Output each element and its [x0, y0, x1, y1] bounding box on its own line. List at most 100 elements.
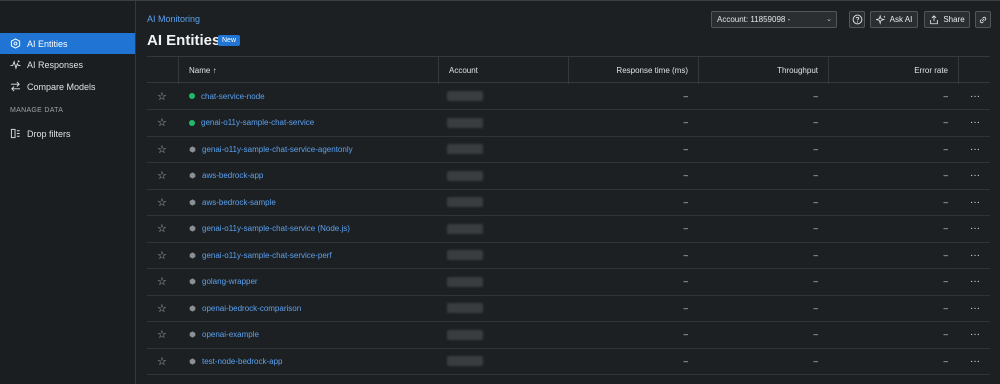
- sidebar-item-ai-responses[interactable]: AI Responses: [0, 54, 135, 75]
- entity-name-link[interactable]: genai-o11y-sample-chat-service (Node.js): [189, 216, 350, 242]
- column-header-name[interactable]: Name ↑: [189, 57, 217, 83]
- star-icon[interactable]: ☆: [157, 269, 169, 295]
- breadcrumb[interactable]: AI Monitoring: [147, 14, 200, 24]
- pulse-icon: [10, 59, 21, 70]
- entity-name: openai-example: [202, 330, 259, 339]
- error-rate-value: –: [943, 91, 948, 101]
- entity-name-link[interactable]: openai-example: [189, 322, 259, 348]
- more-actions-icon[interactable]: ···: [968, 322, 982, 348]
- error-rate-value: –: [943, 356, 948, 366]
- entity-name-link[interactable]: openai-bedrock-comparison: [189, 295, 301, 321]
- entity-name: genai-o11y-sample-chat-service: [201, 118, 315, 127]
- throughput-value: –: [813, 91, 818, 101]
- compare-arrows-icon: [10, 81, 21, 92]
- account-redacted: [447, 303, 483, 313]
- table-row[interactable]: ☆ golang-wrapper – – – ···: [147, 269, 990, 296]
- account-redacted: [447, 91, 483, 101]
- error-rate-value: –: [943, 303, 948, 313]
- status-dot-icon: [189, 119, 195, 126]
- star-icon[interactable]: ☆: [157, 348, 169, 374]
- error-rate-value: –: [943, 330, 948, 339]
- account-redacted: [447, 197, 483, 207]
- column-header-error-rate[interactable]: Error rate: [828, 57, 948, 83]
- star-icon[interactable]: ☆: [157, 189, 169, 215]
- entity-name-link[interactable]: golang-wrapper: [189, 269, 258, 295]
- response-time-value: –: [683, 356, 688, 366]
- more-actions-icon[interactable]: ···: [968, 189, 982, 215]
- account-select[interactable]: Account: 11859098 - ⌄: [711, 11, 837, 28]
- table-row[interactable]: ☆ openai-example – – – ···: [147, 322, 990, 349]
- table-row[interactable]: ☆ test-node-bedrock-app – – – ···: [147, 348, 990, 375]
- sparkle-icon: [875, 14, 886, 25]
- more-actions-icon[interactable]: ···: [968, 110, 982, 136]
- entity-name-link[interactable]: test-node-bedrock-app: [189, 348, 283, 374]
- column-divider: [438, 57, 439, 84]
- throughput-value: –: [813, 118, 818, 127]
- star-icon[interactable]: ☆: [157, 163, 169, 189]
- more-actions-icon[interactable]: ···: [968, 242, 982, 268]
- filter-icon: [10, 128, 21, 139]
- top-border: [0, 0, 1000, 1]
- status-hexagon-icon: [189, 357, 196, 365]
- help-button[interactable]: [849, 11, 865, 28]
- star-icon[interactable]: ☆: [157, 110, 169, 136]
- copy-link-button[interactable]: [975, 11, 991, 28]
- sidebar-item-label: AI Responses: [27, 59, 84, 70]
- account-redacted: [447, 117, 483, 128]
- response-time-value: –: [683, 118, 688, 127]
- account-select-value: Account: 11859098 -: [717, 15, 791, 24]
- status-dot-icon: [189, 93, 195, 99]
- entity-name: genai-o11y-sample-chat-service-agentonly: [202, 144, 353, 154]
- sidebar-item-ai-entities[interactable]: AI Entities: [0, 33, 135, 54]
- sidebar-item-compare-models[interactable]: Compare Models: [0, 76, 135, 97]
- account-redacted: [447, 223, 483, 234]
- response-time-value: –: [683, 303, 688, 313]
- star-icon[interactable]: ☆: [157, 242, 169, 268]
- response-time-value: –: [683, 144, 688, 154]
- table-row[interactable]: ☆ aws-bedrock-app – – – ···: [147, 163, 990, 190]
- table-row[interactable]: ☆ genai-o11y-sample-chat-service (Node.js…: [147, 216, 990, 243]
- more-actions-icon[interactable]: ···: [968, 295, 982, 321]
- star-icon[interactable]: ☆: [157, 295, 169, 321]
- table-row[interactable]: ☆ aws-bedrock-sample – – – ···: [147, 189, 990, 216]
- column-header-account[interactable]: Account: [449, 57, 478, 83]
- entity-name-link[interactable]: genai-o11y-sample-chat-service-agentonly: [189, 136, 353, 162]
- star-icon[interactable]: ☆: [157, 83, 169, 109]
- more-actions-icon[interactable]: ···: [968, 269, 982, 295]
- sidebar-section-label: MANAGE DATA: [10, 107, 64, 114]
- help-icon: [852, 14, 863, 25]
- table-row[interactable]: ☆ genai-o11y-sample-chat-service-perf – – – ·…: [147, 242, 990, 269]
- account-redacted: [447, 144, 483, 154]
- entity-name-link[interactable]: aws-bedrock-sample: [189, 189, 276, 215]
- sidebar-item-drop-filters[interactable]: Drop filters: [0, 123, 135, 144]
- account-redacted: [447, 170, 483, 181]
- more-actions-icon[interactable]: ···: [968, 163, 982, 189]
- more-actions-icon[interactable]: ···: [968, 136, 982, 162]
- ask-ai-button[interactable]: Ask AI: [870, 11, 918, 28]
- status-hexagon-icon: [189, 251, 196, 259]
- share-button[interactable]: Share: [924, 11, 970, 28]
- entity-name-link[interactable]: genai-o11y-sample-chat-service-perf: [189, 242, 332, 268]
- sidebar-item-label: Drop filters: [27, 128, 71, 139]
- column-divider: [958, 57, 959, 84]
- entity-name-link[interactable]: chat-service-node: [189, 83, 265, 109]
- table-row[interactable]: ☆ openai-bedrock-comparison – – – ···: [147, 295, 990, 322]
- star-icon[interactable]: ☆: [157, 322, 169, 348]
- entity-name-link[interactable]: aws-bedrock-app: [189, 163, 263, 189]
- column-header-response-time[interactable]: Response time (ms): [568, 57, 688, 83]
- error-rate-value: –: [943, 277, 948, 286]
- account-redacted: [447, 356, 483, 366]
- star-icon[interactable]: ☆: [157, 136, 169, 162]
- star-icon[interactable]: ☆: [157, 216, 169, 242]
- ask-ai-label: Ask AI: [889, 15, 913, 24]
- share-icon: [929, 14, 939, 25]
- table-row[interactable]: ☆ genai-o11y-sample-chat-service-agentonl…: [147, 136, 990, 163]
- more-actions-icon[interactable]: ···: [968, 348, 982, 374]
- entity-name-link[interactable]: genai-o11y-sample-chat-service: [189, 110, 314, 136]
- table-row[interactable]: ☆ chat-service-node – – – ···: [147, 83, 990, 110]
- table-row[interactable]: ☆ genai-o11y-sample-chat-service – – – ···: [147, 110, 990, 137]
- throughput-value: –: [813, 144, 818, 154]
- column-header-throughput[interactable]: Throughput: [698, 57, 818, 83]
- more-actions-icon[interactable]: ···: [968, 83, 982, 109]
- more-actions-icon[interactable]: ···: [968, 216, 982, 242]
